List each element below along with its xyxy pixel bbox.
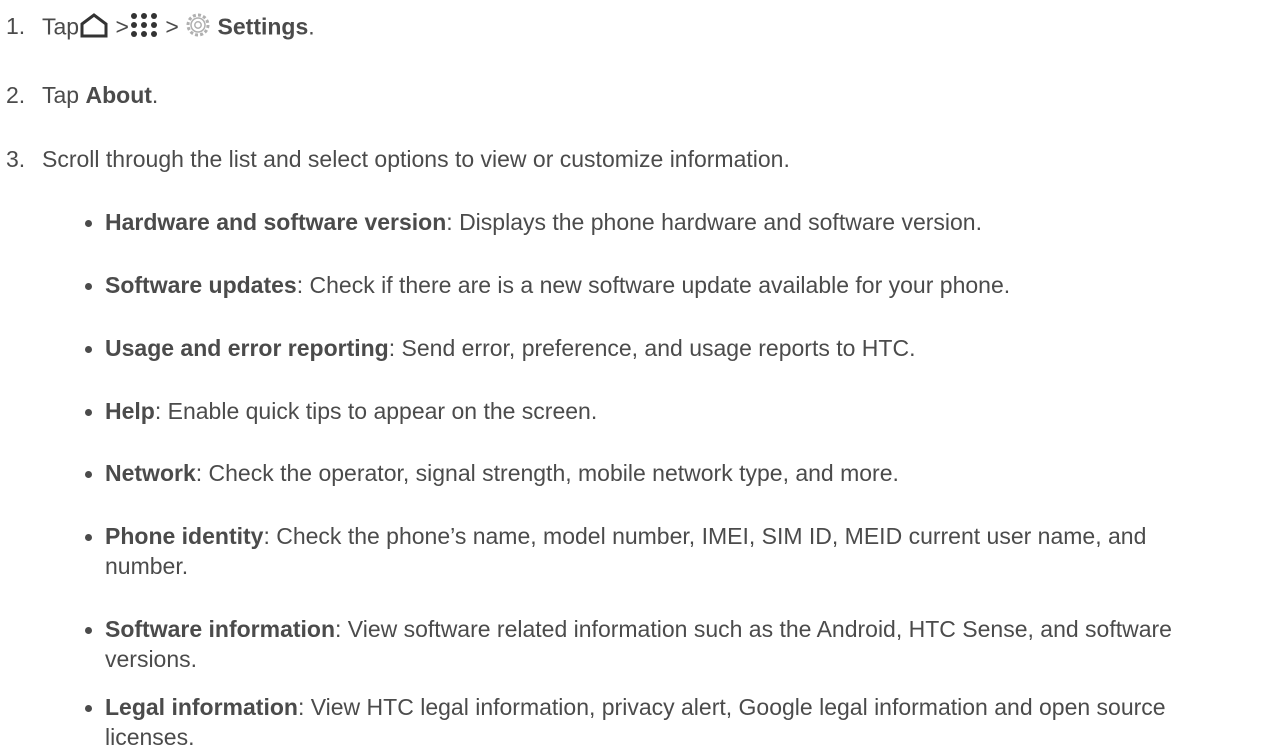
option-label: Software information: [105, 616, 336, 642]
step-text-tap: Tap: [42, 82, 86, 108]
about-label: About: [85, 82, 152, 108]
step-period: .: [151, 82, 159, 108]
option-label: Usage and error reporting: [105, 335, 389, 361]
option-label: Software updates: [105, 272, 297, 298]
option-description: : Check the operator, signal strength, m…: [195, 460, 899, 486]
option-description: : Enable quick tips to appear on the scr…: [154, 398, 598, 424]
option-description: : Check if there are is a new software u…: [296, 272, 1011, 298]
settings-label: Settings: [217, 13, 309, 40]
option-label: Legal information: [105, 694, 298, 720]
step-separator: >: [115, 13, 129, 40]
step-text: Tap About.: [42, 80, 158, 110]
option-label: Phone identity: [105, 523, 264, 549]
apps-grid-icon: [129, 11, 159, 46]
step-text: Tap > > Settings.: [42, 11, 315, 46]
step-separator: >: [165, 13, 179, 40]
step-text: Scroll through the list and select optio…: [42, 146, 790, 172]
option-label: Hardware and software version: [105, 209, 447, 235]
settings-gear-icon: [185, 12, 211, 45]
step-period: .: [308, 13, 315, 40]
step-text-tap: Tap: [42, 13, 80, 40]
option-label: Network: [105, 460, 196, 486]
step-number: 1.: [6, 13, 26, 39]
option-description: : Displays the phone hardware and softwa…: [446, 209, 982, 235]
step-number: 3.: [6, 146, 26, 172]
step-number: 2.: [6, 82, 26, 108]
option-label: Help: [105, 398, 155, 424]
home-icon: [79, 12, 109, 45]
option-description: : Send error, preference, and usage repo…: [388, 335, 916, 361]
